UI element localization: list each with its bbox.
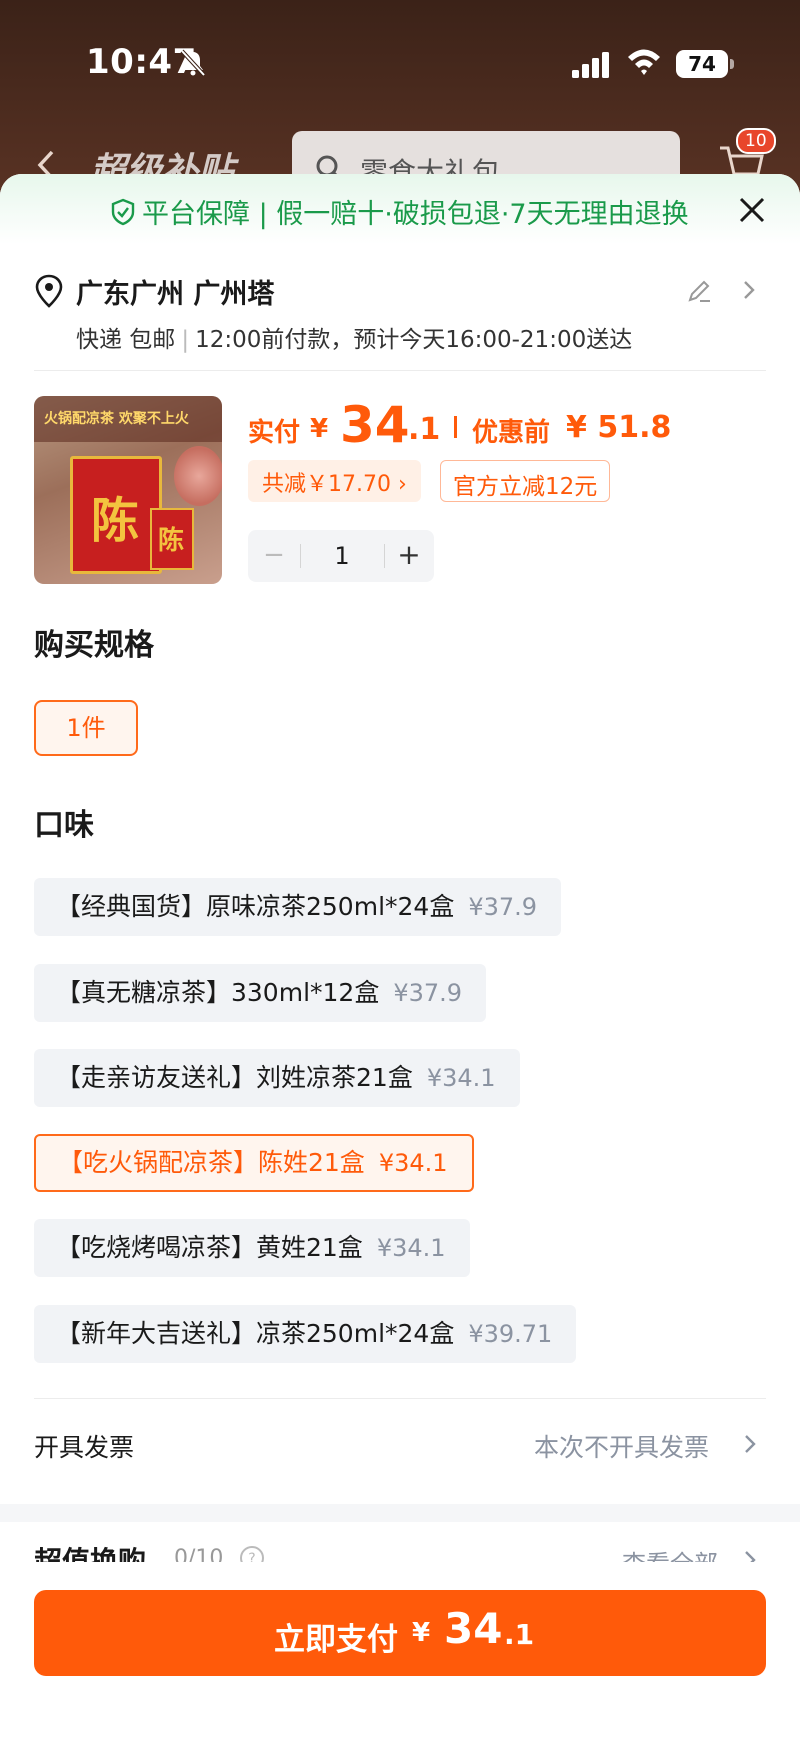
flavor-price: ¥34.1 — [378, 1149, 448, 1177]
checkout-sheet: 平台保障 | 假一赔十·破损包退·7天无理由退换 广东广州 广州塔 快递 包邮 |… — [0, 174, 800, 1739]
original-price: ¥ 51.8 — [566, 410, 672, 445]
pay-currency: ¥ — [412, 1618, 431, 1648]
signal-icon — [572, 52, 609, 78]
flavor-option[interactable]: 【新年大吉送礼】凉茶250ml*24盒 ¥39.71 — [34, 1305, 577, 1363]
edit-pencil-icon[interactable] — [686, 278, 712, 304]
flavor-name: 【走亲访友送礼】刘姓凉茶21盒 — [56, 1063, 413, 1092]
wifi-icon — [628, 49, 660, 75]
pay-button-label: 立即支付 — [274, 1622, 398, 1658]
sheet-content: 平台保障 | 假一赔十·破损包退·7天无理由退换 广东广州 广州塔 快递 包邮 |… — [0, 174, 800, 1504]
flavor-option[interactable]: 【经典国货】原味凉茶250ml*24盒 ¥37.9 — [34, 878, 562, 936]
address-title[interactable]: 广东广州 广州塔 — [76, 272, 274, 311]
pay-amount-integer: 34 — [444, 1604, 503, 1653]
flavor-name: 【新年大吉送礼】凉茶250ml*24盒 — [56, 1319, 455, 1348]
flavor-name: 【吃烧烤喝凉茶】黄姓21盒 — [56, 1233, 363, 1262]
price-separator — [454, 416, 457, 438]
invoice-chevron-right-icon[interactable] — [742, 1432, 758, 1456]
delivery-estimate: 12:00前付款，预计今天16:00-21:00送达 — [195, 327, 633, 353]
delivery-info: 快递 包邮 | 12:00前付款，预计今天16:00-21:00送达 — [76, 320, 632, 354]
flavor-price: ¥34.1 — [376, 1234, 446, 1262]
product-image-banner: 火锅配凉茶 欢聚不上火 — [34, 396, 222, 442]
divider — [34, 370, 766, 371]
hotpot-decoration — [174, 446, 222, 506]
flavor-option[interactable]: 【走亲访友送礼】刘姓凉茶21盒 ¥34.1 — [34, 1049, 520, 1107]
guarantee-banner: 平台保障 | 假一赔十·破损包退·7天无理由退换 — [0, 174, 800, 244]
quantity-value[interactable]: 1 — [300, 530, 384, 582]
shield-check-icon — [111, 198, 135, 226]
increase-button[interactable]: + — [384, 530, 434, 582]
separator: | — [181, 327, 190, 353]
decrease-button[interactable]: − — [248, 530, 300, 582]
status-bar: 10:47 74 — [0, 0, 800, 130]
flavor-price: ¥37.9 — [393, 979, 463, 1007]
flavor-price: ¥34.1 — [426, 1064, 496, 1092]
box-character: 陈 — [91, 493, 140, 549]
flavor-option[interactable]: 【真无糖凉茶】330ml*12盒 ¥37.9 — [34, 964, 487, 1022]
flavor-section-title: 口味 — [34, 808, 94, 843]
currency-symbol: ¥ — [310, 414, 329, 444]
flavor-option[interactable]: 【吃烧烤喝凉茶】黄姓21盒 ¥34.1 — [34, 1219, 470, 1277]
flavor-price: ¥39.71 — [468, 1320, 553, 1348]
pay-amount-decimal: .1 — [504, 1618, 535, 1651]
flavor-name: 【吃火锅配凉茶】陈姓21盒 — [58, 1148, 365, 1177]
address-chevron-right-icon[interactable] — [740, 278, 758, 302]
close-icon[interactable] — [736, 194, 768, 226]
shipping-method: 快递 包邮 — [76, 327, 176, 353]
spec-option[interactable]: 1件 — [34, 700, 138, 756]
bell-muted-icon — [180, 49, 206, 77]
battery-indicator: 74 — [676, 50, 734, 78]
flavor-name: 【真无糖凉茶】330ml*12盒 — [56, 978, 380, 1007]
total-discount-tag[interactable]: 共减￥17.70 › — [248, 460, 421, 502]
product-image[interactable]: 火锅配凉茶 欢聚不上火 陈 陈 — [34, 396, 222, 584]
payment-footer: 立即支付 ¥ 34 .1 — [0, 1562, 800, 1739]
invoice-label[interactable]: 开具发票 — [34, 1428, 134, 1464]
pay-now-button[interactable]: 立即支付 ¥ 34 .1 — [34, 1590, 766, 1676]
invoice-value[interactable]: 本次不开具发票 — [534, 1428, 709, 1464]
final-price-label: 实付 — [248, 418, 301, 448]
final-price-integer: 34 — [340, 396, 410, 454]
flavor-name: 【经典国货】原味凉茶250ml*24盒 — [56, 892, 455, 921]
box-character-small: 陈 — [158, 526, 185, 556]
spec-section-title: 购买规格 — [34, 628, 154, 663]
product-box-small: 陈 — [150, 508, 194, 570]
official-discount-tag: 官方立减12元 — [440, 460, 611, 502]
product-box: 陈 — [70, 456, 162, 574]
cart-badge: 10 — [736, 128, 776, 154]
original-price-label: 优惠前 — [472, 418, 551, 448]
final-price-decimal: .1 — [408, 412, 441, 447]
flavor-option-selected[interactable]: 【吃火锅配凉茶】陈姓21盒 ¥34.1 — [34, 1134, 474, 1192]
divider — [34, 1398, 766, 1399]
location-pin-icon — [35, 274, 63, 308]
quantity-stepper: − 1 + — [248, 530, 434, 582]
guarantee-text: 平台保障 | 假一赔十·破损包退·7天无理由退换 — [142, 199, 689, 230]
flavor-price: ¥37.9 — [468, 893, 538, 921]
